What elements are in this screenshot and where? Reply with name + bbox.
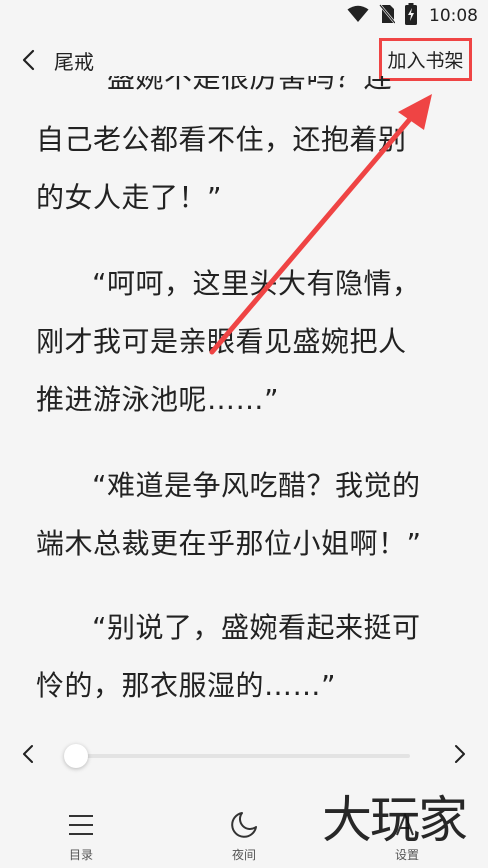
progress-slider[interactable] [64,744,410,768]
chapter-progress [0,734,488,778]
text-line: 怜的，那衣服湿的……” [36,669,337,702]
add-to-shelf-button[interactable]: 加入书架 [379,38,472,81]
font-settings-icon [392,810,422,840]
text-line: “呵呵，这里头大有隐情， [92,267,421,300]
nav-label: 目录 [68,848,93,862]
no-sim-icon [379,4,396,28]
next-chapter-button[interactable] [446,742,474,770]
status-bar: 10:08 [0,0,488,32]
nav-item-contents[interactable]: 目录 [41,810,121,866]
chevron-left-icon [22,744,34,768]
back-button[interactable] [14,48,42,76]
text-line: “别说了，盛婉看起来挺可 [92,611,421,644]
text-line: 自己老公都看不住，还抱着别 [36,123,407,156]
text-line: 刚才我可是亲眼看见盛婉把人 [36,325,407,358]
chevron-left-icon [21,49,35,75]
status-icons: 10:08 [347,3,478,29]
moon-icon [229,810,259,840]
chevron-right-icon [454,744,466,768]
wifi-icon [347,5,369,27]
nav-item-settings[interactable]: 设置 [367,810,447,866]
status-time: 10:08 [429,6,478,26]
nav-item-night[interactable]: 夜间 [204,810,284,866]
prev-chapter-button[interactable] [14,742,42,770]
book-title: 尾戒 [54,50,94,74]
menu-lines-icon [66,810,96,840]
text-line: “盛婉不是很厉害吗？连 [92,76,393,94]
progress-thumb[interactable] [64,744,88,768]
bottom-nav: 目录 夜间 设置 [0,800,488,868]
text-line: 端木总裁更在乎那位小姐啊！” [36,527,422,560]
battery-charging-icon [405,3,417,29]
nav-label: 夜间 [231,848,256,862]
reader-content: “盛婉不是很厉害吗？连 自己老公都看不住，还抱着别 的女人走了！” “呵呵，这里… [36,76,466,716]
text-line: 的女人走了！” [36,181,223,214]
nav-label: 设置 [394,848,419,862]
text-line: “难道是争风吃醋？我觉的 [92,469,421,502]
text-line: 推进游泳池呢……” [36,383,280,416]
